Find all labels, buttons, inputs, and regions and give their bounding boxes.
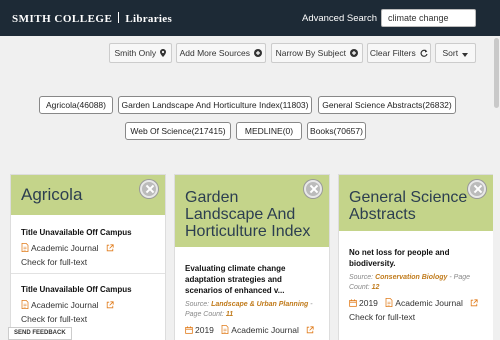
source-label: Source:	[349, 274, 374, 281]
refresh-icon	[420, 49, 428, 57]
search-input[interactable]	[381, 9, 476, 27]
result-year: 2019	[359, 298, 378, 308]
result-type: Academic Journal	[31, 300, 99, 310]
narrow-by-subject-button[interactable]: Narrow By Subject	[271, 43, 363, 63]
source-name: Conservation Biology	[375, 274, 448, 281]
result-meta: Academic Journal	[21, 243, 155, 253]
clear-filters-label: Clear Filters	[369, 48, 416, 58]
plus-circle-icon	[254, 49, 263, 57]
narrow-subject-label: Narrow By Subject	[275, 48, 346, 58]
plus-circle-icon	[350, 49, 359, 57]
source-label: Source:	[185, 301, 210, 308]
external-link-icon[interactable]	[106, 244, 114, 252]
result-title[interactable]: Evaluating climate change adaptation str…	[185, 263, 319, 296]
result-title[interactable]: No net loss for people and biodiversity.	[349, 247, 483, 269]
brand-libraries: Libraries	[125, 13, 173, 25]
library-logo[interactable]: Smith College Libraries	[12, 12, 172, 25]
advanced-search-link[interactable]: Advanced Search	[302, 13, 391, 24]
full-text-link[interactable]: Check for full-text	[349, 312, 483, 322]
send-feedback-button[interactable]: SEND FEEDBACK	[8, 327, 72, 340]
facet-web-of-science[interactable]: Web Of Science(217415)	[125, 122, 231, 140]
full-text-link[interactable]: Check for full-text	[21, 257, 155, 267]
result-type: Academic Journal	[395, 298, 463, 308]
external-link-icon[interactable]	[106, 301, 114, 309]
result-type: Academic Journal	[31, 243, 99, 253]
document-icon	[221, 325, 229, 334]
result-source: Source: Conservation Biology - Page Coun…	[349, 273, 483, 293]
smith-only-button[interactable]: Smith Only	[109, 43, 172, 63]
result-item: Title Unavailable Off Campus Academic Jo…	[11, 273, 165, 330]
result-item: Title Unavailable Off Campus Academic Jo…	[11, 215, 165, 273]
result-meta: Academic Journal	[21, 300, 155, 310]
sort-label: Sort	[442, 48, 459, 58]
toolbar: Smith Only Add More Sources Narrow By Su…	[0, 43, 500, 63]
card-header: Garden Landscape And Horticulture Index	[175, 175, 329, 247]
sort-dropdown[interactable]: Sort	[435, 43, 476, 63]
external-link-icon[interactable]	[306, 326, 314, 334]
facet-agricola[interactable]: Agricola(46088)	[39, 96, 113, 114]
document-icon	[21, 300, 29, 309]
close-icon[interactable]	[468, 180, 486, 198]
page-count: 12	[371, 284, 380, 291]
result-source: Source: Landscape & Urban Planning - Pag…	[185, 300, 319, 320]
card-header: Agricola	[11, 175, 165, 215]
calendar-icon	[185, 326, 193, 334]
add-more-sources-button[interactable]: Add More Sources	[176, 43, 266, 63]
document-icon	[21, 243, 29, 252]
close-icon[interactable]	[140, 180, 158, 198]
result-item: Evaluating climate change adaptation str…	[175, 247, 329, 340]
results-card-agricola: Agricola Title Unavailable Off Campus Ac…	[10, 174, 166, 340]
top-header: Smith College Libraries Advanced Search	[0, 0, 500, 36]
source-name: Landscape & Urban Planning	[211, 301, 309, 308]
results-card-garden-landscape: Garden Landscape And Horticulture Index …	[174, 174, 330, 340]
result-title[interactable]: Title Unavailable Off Campus	[21, 284, 155, 295]
result-meta: 2019 Academic Journal	[349, 298, 483, 308]
page-count: 11	[225, 311, 234, 318]
clear-filters-button[interactable]: Clear Filters	[367, 43, 431, 63]
caret-down-icon	[462, 53, 469, 57]
facet-general-science[interactable]: General Science Abstracts(26832)	[318, 96, 456, 114]
result-meta: 2019 Academic Journal	[185, 325, 319, 335]
card-header: General Science Abstracts	[339, 175, 493, 231]
result-title[interactable]: Title Unavailable Off Campus	[21, 227, 155, 238]
brand-college: Smith College	[12, 13, 113, 25]
map-marker-icon	[160, 49, 167, 57]
results-card-general-science: General Science Abstracts No net loss fo…	[338, 174, 494, 340]
result-item: No net loss for people and biodiversity.…	[339, 231, 493, 328]
result-type: Academic Journal	[231, 325, 299, 335]
add-sources-label: Add More Sources	[179, 48, 251, 58]
advanced-search-label: Advanced Search	[302, 13, 377, 24]
calendar-icon	[349, 299, 357, 307]
result-year: 2019	[195, 325, 214, 335]
document-icon	[385, 298, 393, 307]
facet-medline[interactable]: MEDLINE(0)	[236, 122, 302, 140]
full-text-link[interactable]: Check for full-text	[21, 314, 155, 324]
smith-only-label: Smith Only	[114, 48, 157, 58]
external-link-icon[interactable]	[470, 299, 478, 307]
close-icon[interactable]	[304, 180, 322, 198]
facet-garden-landscape[interactable]: Garden Landscape And Horticulture Index(…	[118, 96, 312, 114]
facet-books[interactable]: Books(70657)	[307, 122, 366, 140]
scrollbar-thumb[interactable]	[494, 38, 499, 108]
